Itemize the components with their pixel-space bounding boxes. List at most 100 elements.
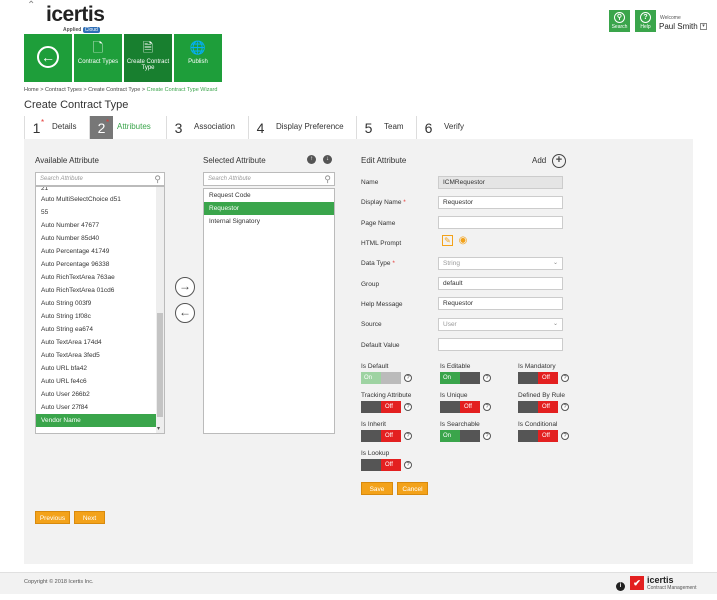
create-contract-type-button[interactable]: 🗎 Create Contract Type [124,34,172,82]
help-icon[interactable]: ? [483,374,491,382]
logo-text: icertis [46,3,105,26]
list-item-selected[interactable]: Requestor [204,202,334,215]
data-type-label: Data Type * [361,260,395,267]
breadcrumb-current: Create Contract Type Wizard [146,87,218,93]
list-item-selected[interactable]: Vendor Name [36,414,164,427]
move-left-button[interactable]: ← [175,303,195,323]
group-field[interactable]: default [438,277,563,290]
search-button[interactable]: ⚲ Search [609,10,630,32]
collapse-chevron-icon[interactable]: ⌃ [27,0,35,11]
help-message-field[interactable]: Requestor [438,297,563,310]
list-item[interactable]: Auto URL fe4c6 [36,375,164,388]
tracking-attribute-toggle[interactable]: Off [361,401,401,413]
list-item[interactable]: Auto User 266b2 [36,388,164,401]
list-item[interactable]: Auto Percentage 96338 [36,258,164,271]
is-mandatory-toggle[interactable]: Off [518,372,558,384]
help-icon[interactable]: ? [483,403,491,411]
help-icon[interactable]: ? [404,374,412,382]
list-item[interactable]: Auto User 27f84 [36,401,164,414]
edit-attribute-title: Edit Attribute [361,156,407,165]
previous-button[interactable]: Previous [35,511,70,524]
list-item[interactable]: Auto RichTextArea 01cd6 [36,284,164,297]
is-conditional-toggle[interactable]: Off [518,430,558,442]
list-item[interactable]: 55 [36,206,164,219]
available-attribute-title: Available Attribute [35,156,99,165]
help-icon[interactable]: ? [404,432,412,440]
document-icon: 🗋 [92,40,104,55]
help-icon[interactable]: ? [561,403,569,411]
scrollbar-thumb[interactable] [157,313,163,417]
add-label[interactable]: Add [532,156,546,165]
is-default-toggle[interactable]: On [361,372,401,384]
list-item[interactable]: Auto URL bfa42 [36,362,164,375]
scrollbar[interactable]: ▾ [156,187,164,433]
document-edit-icon: 🗎 [142,40,154,55]
is-editable-toggle[interactable]: On [440,372,480,384]
data-type-select[interactable]: String ⌄ [438,257,563,270]
chevron-down-icon[interactable]: ▾ [700,23,707,30]
breadcrumb-home[interactable]: Home [24,87,39,93]
name-field: ICMRequestor [438,176,563,189]
page-name-field[interactable] [438,216,563,229]
list-item[interactable]: Internal Signatory [204,215,334,228]
available-search-input[interactable]: Search Attribute ⚲ [35,172,165,186]
add-icon[interactable]: + [552,154,566,168]
help-icon[interactable]: ? [404,461,412,469]
info-icon[interactable]: i [616,582,625,591]
list-item[interactable]: Auto Percentage 41749 [36,245,164,258]
help-icon[interactable]: ? [561,374,569,382]
help-icon[interactable]: ? [561,432,569,440]
available-attribute-list[interactable]: 21 Auto MultiSelectChoice d51 55 Auto Nu… [35,186,165,434]
source-select[interactable]: User ⌄ [438,318,563,331]
list-item[interactable]: Request Code [204,189,334,202]
breadcrumb-create[interactable]: Create Contract Type [88,87,140,93]
defined-by-rule-toggle[interactable]: Off [518,401,558,413]
selected-search-input[interactable]: Search Attribute ⚲ [203,172,335,186]
is-mandatory-label: Is Mandatory [518,363,556,370]
list-item[interactable]: Auto RichTextArea 763ae [36,271,164,284]
default-value-field[interactable] [438,338,563,351]
search-icon: ⚲ [324,174,331,184]
arrow-left-icon: ← [37,46,59,68]
contract-types-button[interactable]: 🗋 Contract Types [74,34,122,82]
user-name[interactable]: Paul Smith [659,22,698,31]
eye-icon[interactable]: ◉ [457,235,469,246]
is-lookup-toggle[interactable]: Off [361,459,401,471]
save-button[interactable]: Save [361,482,393,495]
selected-attribute-list[interactable]: Request Code Requestor Internal Signator… [203,188,335,434]
back-button[interactable]: ← [24,34,72,82]
edit-icon[interactable]: ✎ [442,235,453,246]
is-inherit-label: Is Inherit [361,421,386,428]
list-item[interactable]: Auto String 003f9 [36,297,164,310]
scroll-down-icon[interactable]: ▾ [157,425,160,432]
move-right-button[interactable]: → [175,277,195,297]
display-name-field[interactable]: Requestor [438,196,563,209]
breadcrumb-contract-types[interactable]: Contract Types [45,87,82,93]
help-button[interactable]: ? Help [635,10,656,32]
publish-button[interactable]: 🌐 Publish [174,34,222,82]
list-item[interactable]: Auto Number 85d40 [36,232,164,245]
required-marker: * [106,118,110,127]
cancel-button[interactable]: Cancel [397,482,428,495]
globe-icon: 🌐 [189,40,207,55]
move-down-icon[interactable]: ↓ [323,155,332,164]
list-item[interactable]: Auto Number 47677 [36,219,164,232]
list-item[interactable]: Auto String ea674 [36,323,164,336]
next-button[interactable]: Next [74,511,105,524]
list-item[interactable]: Auto MultiSelectChoice d51 [36,193,164,206]
is-inherit-toggle[interactable]: Off [361,430,401,442]
page-title: Create Contract Type [24,99,129,111]
is-unique-toggle[interactable]: Off [440,401,480,413]
footer-logo-icon: ✔ [630,576,644,590]
is-editable-label: Is Editable [440,363,471,370]
help-icon[interactable]: ? [404,403,412,411]
move-up-icon[interactable]: ↑ [307,155,316,164]
list-item[interactable]: Auto String 1f08c [36,310,164,323]
is-searchable-toggle[interactable]: On [440,430,480,442]
help-icon[interactable]: ? [483,432,491,440]
default-value-label: Default Value [361,342,400,349]
list-item[interactable]: Auto TextArea 3fed5 [36,349,164,362]
list-item[interactable]: Auto TextArea 174d4 [36,336,164,349]
icertis-logo: icertis [46,3,105,27]
breadcrumb: Home > Contract Types > Create Contract … [24,87,218,93]
